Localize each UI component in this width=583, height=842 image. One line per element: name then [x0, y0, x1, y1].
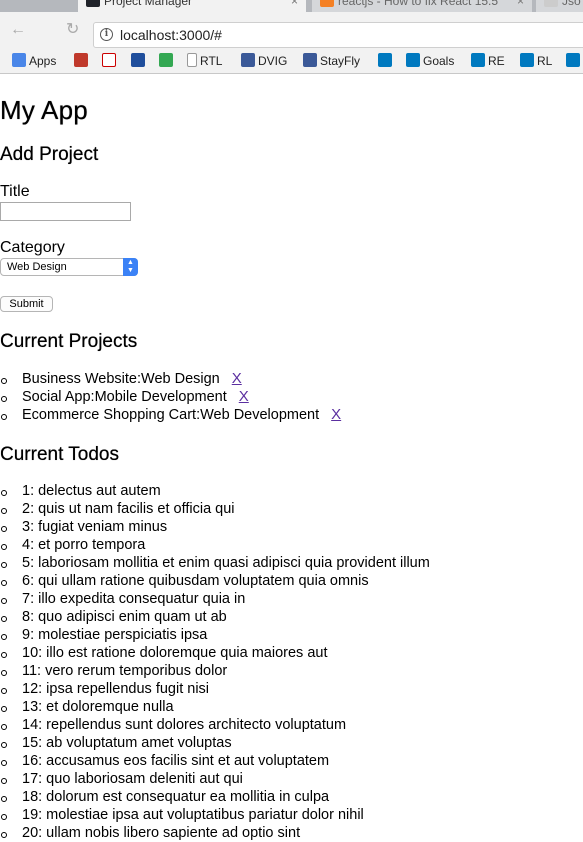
tab-json[interactable]: Jso — [536, 0, 583, 12]
trello-icon — [566, 53, 580, 67]
trello-icon — [471, 53, 485, 67]
tab-reactjs-question[interactable]: reactjs - How to fix React 15.5 × — [312, 0, 532, 12]
todo-item: 18: dolorum est consequatur ea mollitia … — [0, 788, 430, 806]
app-title: My App — [0, 95, 88, 125]
todo-item: 6: qui ullam ratione quibusdam voluptate… — [0, 572, 430, 590]
todo-item: 15: ab voluptatum amet voluptas — [0, 734, 430, 752]
project-item: Social App:Mobile Development X — [0, 388, 341, 406]
todo-item: 1: delectus aut autem — [0, 482, 430, 500]
close-tab-icon[interactable]: × — [291, 0, 298, 12]
current-todos-heading: Current Todos — [0, 444, 119, 465]
bookmark-dvig[interactable]: DVIG — [241, 53, 287, 69]
app-page: My App Add Project Title Category Web De… — [0, 75, 583, 841]
todo-item: 2: quis ut nam facilis et officia qui — [0, 500, 430, 518]
todo-item: 4: et porro tempora — [0, 536, 430, 554]
wf-icon — [74, 53, 88, 67]
tab-label: reactjs - How to fix React 15.5 — [338, 0, 499, 8]
title-label: Title — [0, 183, 30, 200]
tab-label: Jso — [562, 0, 581, 8]
project-item: Business Website:Web Design X — [0, 370, 341, 388]
bookmarks-bar: Apps RTL DVIG StayFly Goals RE RL — [0, 48, 583, 74]
bookmark-drive[interactable] — [159, 53, 176, 69]
todo-item: 20: ullam nobis libero sapiente ad optio… — [0, 824, 430, 842]
address-bar[interactable]: i localhost:3000/# — [93, 22, 583, 48]
back-arrow-icon[interactable]: ← — [10, 20, 26, 40]
project-category: Web Design — [141, 371, 220, 387]
apps-grid-icon — [12, 53, 26, 67]
trello-icon — [406, 53, 420, 67]
bookmark-apps[interactable]: Apps — [12, 53, 56, 69]
project-title: Ecommerce Shopping Cart — [22, 407, 197, 423]
todo-item: 10: illo est ratione doloremque quia mai… — [0, 644, 430, 662]
delete-project-link[interactable]: X — [232, 370, 242, 387]
todo-item: 14: repellendus sunt dolores architecto … — [0, 716, 430, 734]
tab-label: Project Manager — [104, 0, 193, 8]
close-tab-icon[interactable]: × — [517, 0, 524, 12]
project-title: Business Website — [22, 371, 137, 387]
bookmark-stayfly[interactable]: StayFly — [303, 53, 360, 69]
bookmark-paypal[interactable] — [131, 53, 148, 69]
add-project-heading: Add Project — [0, 144, 99, 165]
project-category: Web Development — [200, 407, 320, 423]
category-select[interactable]: Web Design ▲ ▼ — [0, 258, 138, 276]
todo-item: 9: molestiae perspiciatis ipsa — [0, 626, 430, 644]
bookmark-v[interactable] — [102, 53, 119, 69]
bookmark-wf[interactable] — [74, 53, 91, 69]
v-icon — [102, 53, 116, 67]
project-title: Social App — [22, 389, 91, 405]
delete-project-link[interactable]: X — [239, 388, 249, 405]
project-list: Business Website:Web Design X Social App:… — [0, 370, 341, 424]
page-icon — [187, 53, 197, 67]
todo-item: 19: molestiae ipsa aut voluptatibus pari… — [0, 806, 430, 824]
trello-icon — [520, 53, 534, 67]
title-input[interactable] — [0, 202, 131, 221]
drive-icon — [159, 53, 173, 67]
bookmark-rl[interactable]: RL — [520, 53, 552, 69]
submit-button[interactable]: Submit — [0, 296, 53, 312]
reload-icon[interactable]: ↻ — [66, 20, 79, 40]
info-icon[interactable]: i — [100, 28, 113, 41]
bookmark-trello[interactable] — [378, 53, 395, 69]
category-selected-value: Web Design — [7, 261, 67, 273]
current-projects-heading: Current Projects — [0, 331, 138, 352]
todo-item: 17: quo laboriosam deleniti aut qui — [0, 770, 430, 788]
todo-item: 3: fugiat veniam minus — [0, 518, 430, 536]
todo-item: 12: ipsa repellendus fugit nisi — [0, 680, 430, 698]
react-logo-icon — [86, 0, 100, 7]
todo-item: 7: illo expedita consequatur quia in — [0, 590, 430, 608]
facebook-icon — [241, 53, 255, 67]
paypal-icon — [131, 53, 145, 67]
project-item: Ecommerce Shopping Cart:Web Development X — [0, 406, 341, 424]
url-text: localhost:3000/# — [120, 27, 222, 43]
todo-item: 11: vero rerum temporibus dolor — [0, 662, 430, 680]
todo-item: 5: laboriosam mollitia et enim quasi adi… — [0, 554, 430, 572]
project-category: Mobile Development — [94, 389, 227, 405]
tab-project-manager[interactable]: Project Manager × — [78, 0, 306, 12]
bookmark-extra[interactable] — [566, 53, 583, 69]
bookmark-re[interactable]: RE — [471, 53, 505, 69]
stackoverflow-icon — [320, 0, 334, 7]
delete-project-link[interactable]: X — [331, 406, 341, 423]
trello-icon — [378, 53, 392, 67]
page-icon — [544, 0, 558, 7]
todo-item: 16: accusamus eos facilis sint et aut vo… — [0, 752, 430, 770]
category-label: Category — [0, 239, 65, 256]
tab-strip: Project Manager × reactjs - How to fix R… — [0, 0, 583, 12]
bookmark-rtl[interactable]: RTL — [187, 53, 222, 69]
todo-item: 13: et doloremque nulla — [0, 698, 430, 716]
todo-item: 8: quo adipisci enim quam ut ab — [0, 608, 430, 626]
todo-list: 1: delectus aut autem 2: quis ut nam fac… — [0, 482, 430, 842]
bookmark-goals[interactable]: Goals — [406, 53, 454, 69]
facebook-icon — [303, 53, 317, 67]
select-arrows-icon: ▲ ▼ — [123, 258, 138, 276]
